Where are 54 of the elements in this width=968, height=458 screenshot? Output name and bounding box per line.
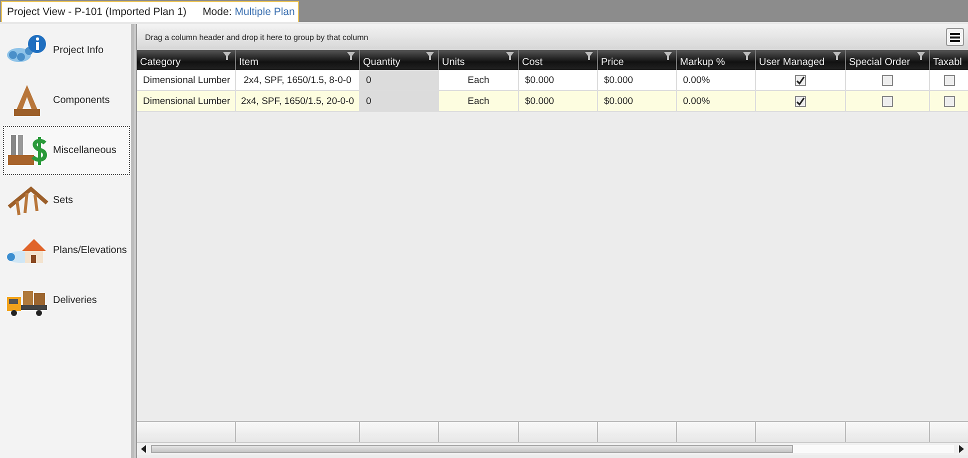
table-cell: Dimensional Lumber bbox=[143, 74, 230, 86]
mode-label: Mode: bbox=[202, 6, 232, 18]
group-hint: Drag a column header and drop it here to group by that column bbox=[145, 32, 368, 42]
scroll-left-icon[interactable] bbox=[141, 445, 147, 453]
menu-icon bbox=[950, 32, 960, 42]
checkbox[interactable] bbox=[882, 96, 893, 106]
checkbox[interactable] bbox=[944, 96, 955, 106]
filter-icon[interactable] bbox=[426, 52, 434, 60]
table-cell: Each bbox=[468, 96, 490, 106]
checkmark-icon bbox=[796, 96, 805, 106]
roof-frame-icon bbox=[8, 186, 48, 216]
truck-icon bbox=[7, 290, 47, 316]
filter-icon[interactable] bbox=[506, 52, 514, 60]
house-icon bbox=[7, 238, 46, 262]
sidebar-item[interactable]: Miscellaneous bbox=[3, 126, 130, 175]
sidebar-item[interactable]: Sets bbox=[3, 176, 130, 225]
checkbox[interactable] bbox=[795, 96, 806, 106]
table-cell: 0 bbox=[366, 96, 372, 106]
table-cell: 0.00% bbox=[683, 74, 710, 86]
table-cell: $0.000 bbox=[604, 74, 634, 86]
truss-icon bbox=[14, 84, 40, 116]
sidebar-item[interactable]: Deliveries bbox=[3, 276, 130, 325]
table-cell: 0 bbox=[366, 74, 372, 86]
table-cell: $0.000 bbox=[525, 74, 554, 86]
table-cell: $0.000 bbox=[525, 96, 554, 106]
filter-icon[interactable] bbox=[347, 52, 355, 60]
filter-icon[interactable] bbox=[585, 52, 593, 60]
sidebar-item[interactable]: Project Info bbox=[3, 26, 130, 75]
filter-icon[interactable] bbox=[917, 52, 925, 60]
filter-icon[interactable] bbox=[743, 52, 751, 60]
table-cell: 0.00% bbox=[683, 96, 710, 106]
table-cell: $0.000 bbox=[604, 96, 634, 106]
sidebar-item[interactable]: Components bbox=[3, 76, 130, 125]
table-cell: 2x4, SPF, 1650/1.5, 20-0-0 bbox=[240, 96, 354, 106]
checkbox[interactable] bbox=[944, 74, 955, 86]
table-cell: Each bbox=[468, 74, 490, 86]
project-view-tab[interactable]: Project View - P-101 (Imported Plan 1) Mode: Multiple Plan bbox=[1, 1, 299, 22]
filter-icon[interactable] bbox=[664, 52, 672, 60]
filter-icon[interactable] bbox=[223, 52, 231, 60]
pipes-info-icon bbox=[7, 34, 46, 62]
table-cell: Dimensional Lumber bbox=[143, 96, 230, 106]
lumber-money-icon bbox=[8, 134, 47, 164]
sidebar-item[interactable]: Plans/Elevations bbox=[3, 226, 130, 275]
mode-value: Multiple Plan bbox=[234, 6, 295, 18]
table-cell: 2x4, SPF, 1650/1.5, 8-0-0 bbox=[244, 74, 352, 86]
checkbox[interactable] bbox=[882, 74, 893, 86]
filter-icon[interactable] bbox=[833, 52, 841, 60]
horizontal-scrollbar[interactable] bbox=[137, 442, 968, 455]
checkbox[interactable] bbox=[795, 74, 806, 86]
scroll-thumb[interactable] bbox=[151, 445, 794, 453]
checkmark-icon bbox=[796, 76, 805, 84]
menu-button[interactable] bbox=[946, 28, 964, 46]
scroll-right-icon[interactable] bbox=[958, 445, 964, 453]
tab-title: Project View - P-101 (Imported Plan 1) bbox=[7, 6, 187, 18]
